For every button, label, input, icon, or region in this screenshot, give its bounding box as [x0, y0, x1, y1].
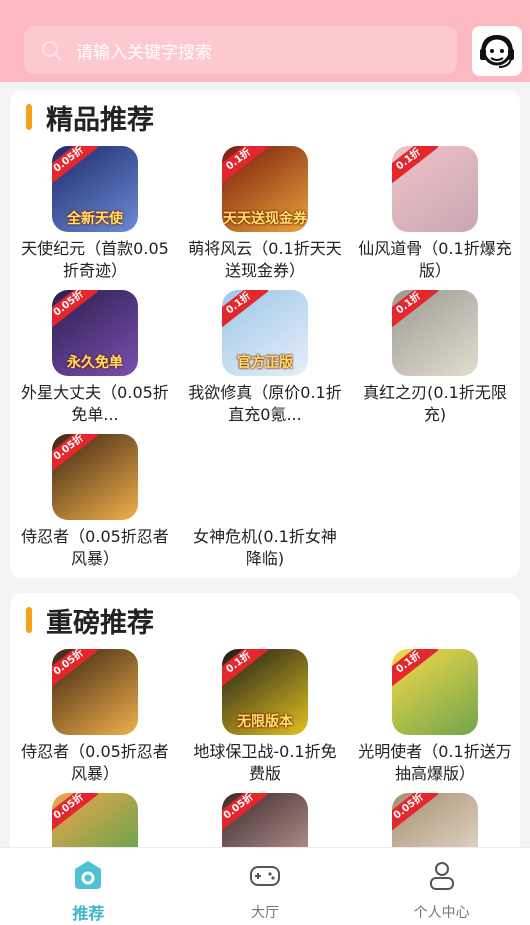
game-name: 地球保卫战-0.1折免费版 [193, 742, 337, 783]
section-highlight: 重磅推荐 0.05折 侍忍者（0.05折忍者风暴） 0.1折 无限版本 地球保卫战-0.… [10, 593, 520, 847]
game-icon[interactable] [222, 434, 308, 520]
game-icon[interactable]: 0.05折 [222, 793, 308, 847]
game-icon[interactable]: 0.1折 [392, 290, 478, 376]
game-name: 侍忍者（0.05折忍者风暴） [21, 742, 169, 783]
tab-lobby[interactable]: 大厅 [177, 848, 354, 925]
game-item[interactable]: 0.05折永久免单外星大丈夫（0.05折免单... [10, 290, 180, 434]
customer-service-button[interactable] [472, 26, 522, 76]
game-icon[interactable]: 0.05折 [392, 793, 478, 847]
game-grid: 0.05折 全新天使 天使纪元（首款0.05折奇迹） 0.1折 天天送现金券 萌将风云（0… [10, 146, 520, 578]
title-accent-bar [26, 104, 32, 130]
game-item[interactable]: 0.1折官方正版我欲修真（原价0.1折直充0氪... [180, 290, 350, 434]
game-item[interactable]: 0.05折 [180, 793, 350, 847]
user-icon [429, 862, 454, 890]
game-grid: 0.05折 侍忍者（0.05折忍者风暴） 0.1折 无限版本 地球保卫战-0.1折免费版… [10, 649, 520, 847]
game-name: 仙风道骨（0.1折爆充版） [358, 239, 512, 280]
discount-badge: 0.05折 [52, 793, 99, 833]
discount-badge: 0.1折 [392, 649, 439, 689]
tab-profile[interactable]: 个人中心 [353, 848, 530, 925]
game-item[interactable]: 0.05折侍忍者（0.05折忍者风暴） [10, 649, 180, 793]
game-name: 侍忍者（0.05折忍者风暴） [21, 527, 169, 568]
game-icon[interactable]: 0.1折 [392, 146, 478, 232]
game-name: 光明使者（0.1折送万抽高爆版） [358, 742, 512, 783]
search-placeholder: 请输入关键字搜索 [76, 42, 212, 63]
game-icon[interactable]: 0.05折全新天使 [52, 146, 138, 232]
game-item[interactable]: 0.05折全新天使天使纪元（首款0.05折奇迹） [10, 146, 180, 290]
game-item[interactable]: 0.1折无限版本地球保卫战-0.1折免费版 [180, 649, 350, 793]
section-title: 重磅推荐 [26, 605, 154, 639]
game-icon[interactable]: 0.05折 [52, 649, 138, 735]
main-content[interactable]: 精品推荐 0.05折 全新天使 天使纪元（首款0.05折奇迹） 0.1折 天天送现金券萌… [0, 82, 530, 847]
game-name: 女神危机(0.1折女神降临) [193, 527, 337, 568]
discount-badge: 0.1折 [222, 290, 269, 330]
game-name: 天使纪元（首款0.05折奇迹） [21, 239, 169, 280]
game-item[interactable]: 0.1折光明使者（0.1折送万抽高爆版） [350, 649, 520, 793]
game-item[interactable]: 0.05折侍忍者（0.05折忍者风暴） [10, 434, 180, 578]
game-name: 真红之刃(0.1折无限充) [363, 383, 507, 424]
game-icon[interactable]: 0.05折永久免单 [52, 290, 138, 376]
discount-badge: 0.05折 [52, 146, 99, 186]
tab-recommend[interactable]: 推荐 [0, 848, 177, 925]
discount-badge: 0.1折 [222, 146, 269, 186]
icon-caption: 天天送现金券 [223, 211, 307, 227]
search-icon [42, 41, 61, 60]
icon-caption: 永久免单 [67, 355, 123, 371]
game-item[interactable]: 0.1折仙风道骨（0.1折爆充版） [350, 146, 520, 290]
game-icon[interactable]: 0.05折 [52, 793, 138, 847]
headset-icon [480, 34, 514, 68]
game-name: 我欲修真（原价0.1折直充0氪... [188, 383, 342, 424]
home-icon [75, 861, 102, 889]
icon-caption: 无限版本 [237, 714, 293, 730]
game-item[interactable]: 0.1折天天送现金券萌将风云（0.1折天天送现金券） [180, 146, 350, 290]
discount-badge: 0.05折 [222, 793, 269, 833]
section-title: 精品推荐 [26, 102, 154, 136]
discount-badge: 0.1折 [222, 649, 269, 689]
game-item[interactable]: 0.05折 [10, 793, 180, 847]
game-name: 萌将风云（0.1折天天送现金券） [188, 239, 342, 280]
game-item[interactable]: 0.1折真红之刃(0.1折无限充) [350, 290, 520, 434]
game-icon[interactable]: 0.1折天天送现金券 [222, 146, 308, 232]
discount-badge: 0.05折 [52, 434, 99, 474]
gamepad-icon [250, 866, 280, 886]
discount-badge: 0.1折 [392, 146, 439, 186]
game-icon[interactable]: 0.1折 [392, 649, 478, 735]
discount-badge: 0.1折 [392, 290, 439, 330]
game-icon[interactable]: 0.05折 [52, 434, 138, 520]
bottom-nav: 推荐 大厅 个人中心 [0, 847, 530, 925]
icon-caption: 全新天使 [67, 211, 123, 227]
game-name: 外星大丈夫（0.05折免单... [21, 383, 169, 424]
title-accent-bar [26, 607, 32, 633]
game-icon[interactable]: 0.1折无限版本 [222, 649, 308, 735]
search-bar[interactable]: 请输入关键字搜索 [24, 26, 457, 74]
discount-badge: 0.05折 [392, 793, 439, 833]
section-featured: 精品推荐 0.05折 全新天使 天使纪元（首款0.05折奇迹） 0.1折 天天送现金券萌… [10, 90, 520, 578]
discount-badge: 0.05折 [52, 649, 99, 689]
game-item[interactable]: 女神危机(0.1折女神降临) [180, 434, 350, 578]
discount-badge: 0.05折 [52, 290, 99, 330]
game-item[interactable]: 0.05折 [350, 793, 520, 847]
game-icon[interactable]: 0.1折官方正版 [222, 290, 308, 376]
icon-caption: 官方正版 [237, 355, 293, 371]
top-header: 请输入关键字搜索 [0, 0, 530, 82]
